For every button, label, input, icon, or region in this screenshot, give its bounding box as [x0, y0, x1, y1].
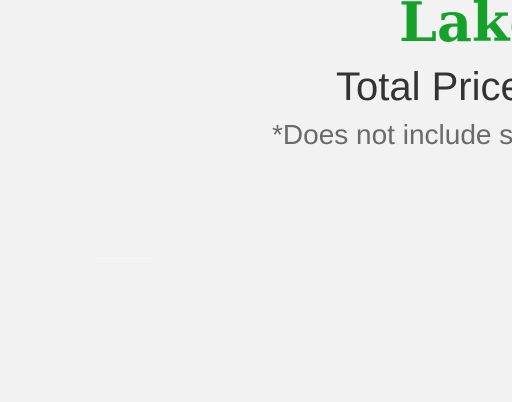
total-price-label: Total Price [336, 65, 512, 109]
page-viewport: Lake Total Price *Does not include s [0, 0, 512, 402]
page-heading: Lake [399, 0, 512, 54]
divider [96, 258, 152, 259]
price-disclaimer: *Does not include s [272, 119, 512, 150]
